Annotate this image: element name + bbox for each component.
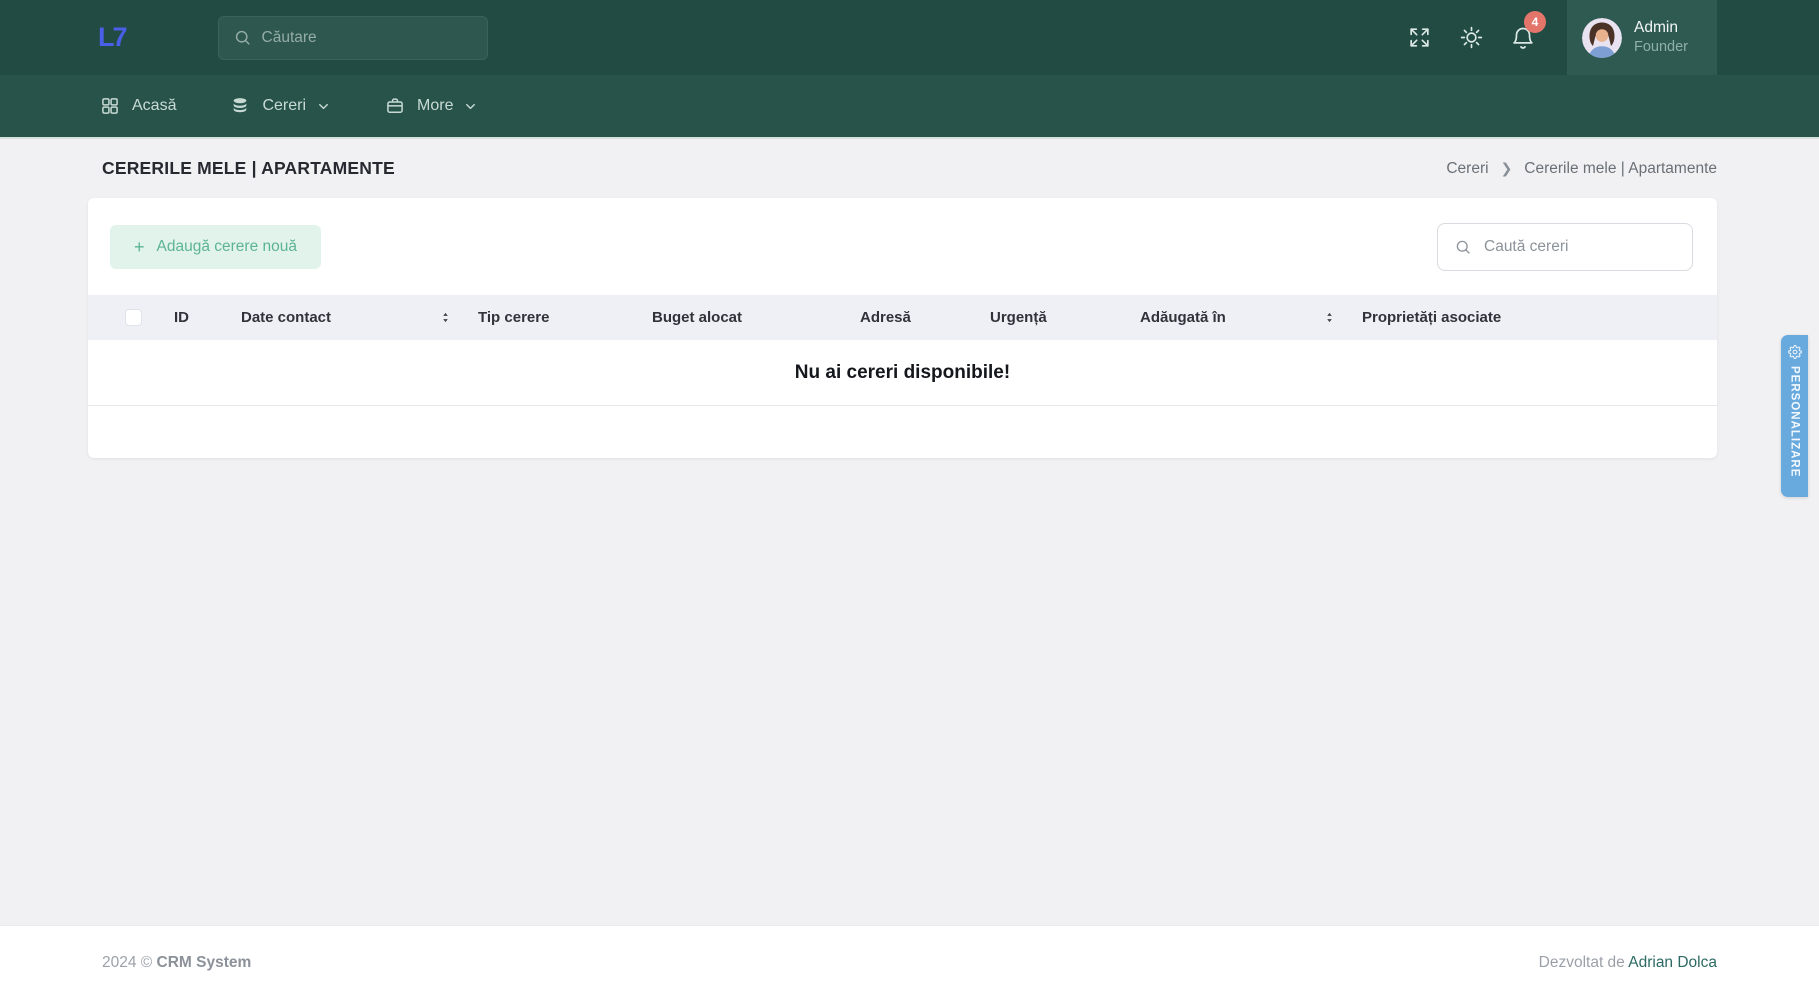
column-header-adaugata-in[interactable]: Adăugată în	[1140, 309, 1362, 326]
page-head: CERERILE MELE | APARTAMENTE Cereri ❯ Cer…	[102, 139, 1717, 198]
grid-icon	[100, 96, 120, 116]
app-logo[interactable]: L7	[98, 22, 126, 53]
nav-item-label: More	[417, 97, 453, 115]
add-request-button[interactable]: + Adaugă cerere nouă	[110, 225, 321, 269]
main-nav: Acasă Cereri More	[0, 75, 1819, 139]
global-search[interactable]	[218, 16, 488, 60]
nav-item-label: Cereri	[262, 97, 306, 115]
select-all-checkbox[interactable]	[125, 309, 142, 326]
user-name: Admin	[1634, 18, 1688, 38]
card-toolbar: + Adaugă cerere nouă	[88, 198, 1717, 295]
user-menu[interactable]: Admin Founder	[1567, 0, 1717, 75]
table-search[interactable]	[1437, 223, 1693, 271]
notification-count-badge: 4	[1524, 11, 1546, 33]
global-search-input[interactable]	[262, 29, 473, 47]
user-role: Founder	[1634, 38, 1688, 57]
nav-item-more[interactable]: More	[385, 96, 478, 116]
gear-icon	[1788, 345, 1802, 359]
top-header: L7 4	[0, 0, 1819, 75]
column-header-id: ID	[174, 309, 241, 326]
breadcrumb-current: Cererile mele | Apartamente	[1524, 160, 1717, 178]
plus-icon: +	[134, 238, 145, 256]
theme-toggle-button[interactable]	[1445, 0, 1497, 75]
brand-name: CRM System	[157, 954, 252, 971]
nav-item-cereri[interactable]: Cereri	[230, 96, 331, 116]
nav-item-label: Acasă	[132, 97, 176, 115]
table-search-input[interactable]	[1484, 238, 1676, 256]
sun-icon	[1459, 25, 1484, 50]
fullscreen-icon	[1407, 25, 1432, 50]
personalize-label: PERSONALIZARE	[1789, 366, 1801, 477]
topbar-actions: 4 Admin Founder	[1393, 0, 1819, 75]
column-header-tip-cerere: Tip cerere	[478, 309, 652, 326]
column-header-urgenta: Urgență	[990, 309, 1140, 326]
footer: 2024 © CRM System Dezvoltat de Adrian Do…	[0, 925, 1819, 1000]
empty-state-message: Nu ai cereri disponibile!	[795, 362, 1010, 384]
column-header-date-contact[interactable]: Date contact	[241, 309, 478, 326]
sort-icon[interactable]	[439, 311, 452, 324]
footer-copyright: 2024 © CRM System	[102, 954, 251, 972]
add-request-label: Adaugă cerere nouă	[157, 238, 297, 256]
footer-credit: Dezvoltat de Adrian Dolca	[1539, 954, 1717, 972]
table-empty-row: Nu ai cereri disponibile!	[88, 340, 1717, 406]
database-icon	[230, 96, 250, 116]
breadcrumb: Cereri ❯ Cererile mele | Apartamente	[1446, 160, 1717, 178]
page-title: CERERILE MELE | APARTAMENTE	[102, 158, 395, 179]
table-header-row: ID Date contact Tip cerere Buget alocat …	[88, 295, 1717, 340]
column-header-buget-alocat: Buget alocat	[652, 309, 860, 326]
column-header-label: Adăugată în	[1140, 309, 1226, 326]
search-icon	[233, 28, 252, 47]
chevron-down-icon	[316, 99, 331, 114]
notifications-button[interactable]: 4	[1497, 0, 1549, 75]
nav-item-acasa[interactable]: Acasă	[100, 96, 176, 116]
briefcase-icon	[385, 96, 405, 116]
chevron-down-icon	[463, 99, 478, 114]
copyright-year: 2024 ©	[102, 954, 157, 971]
column-header-proprietati-asociate: Proprietăți asociate	[1362, 309, 1717, 326]
search-icon	[1454, 238, 1472, 256]
table-blank-row	[88, 406, 1717, 457]
column-header-adresa: Adresă	[860, 309, 990, 326]
developed-by-text: Dezvoltat de	[1539, 954, 1629, 971]
breadcrumb-parent[interactable]: Cereri	[1446, 160, 1488, 178]
personalize-tab[interactable]: PERSONALIZARE	[1781, 335, 1808, 497]
sort-icon[interactable]	[1323, 311, 1336, 324]
fullscreen-button[interactable]	[1393, 0, 1445, 75]
table-header-checkbox-cell	[88, 309, 174, 326]
requests-card: + Adaugă cerere nouă ID Date contact Tip…	[88, 198, 1717, 458]
developer-link[interactable]: Adrian Dolca	[1628, 954, 1717, 971]
avatar	[1582, 18, 1622, 58]
chevron-right-icon: ❯	[1501, 160, 1513, 177]
column-header-label: Date contact	[241, 309, 331, 326]
